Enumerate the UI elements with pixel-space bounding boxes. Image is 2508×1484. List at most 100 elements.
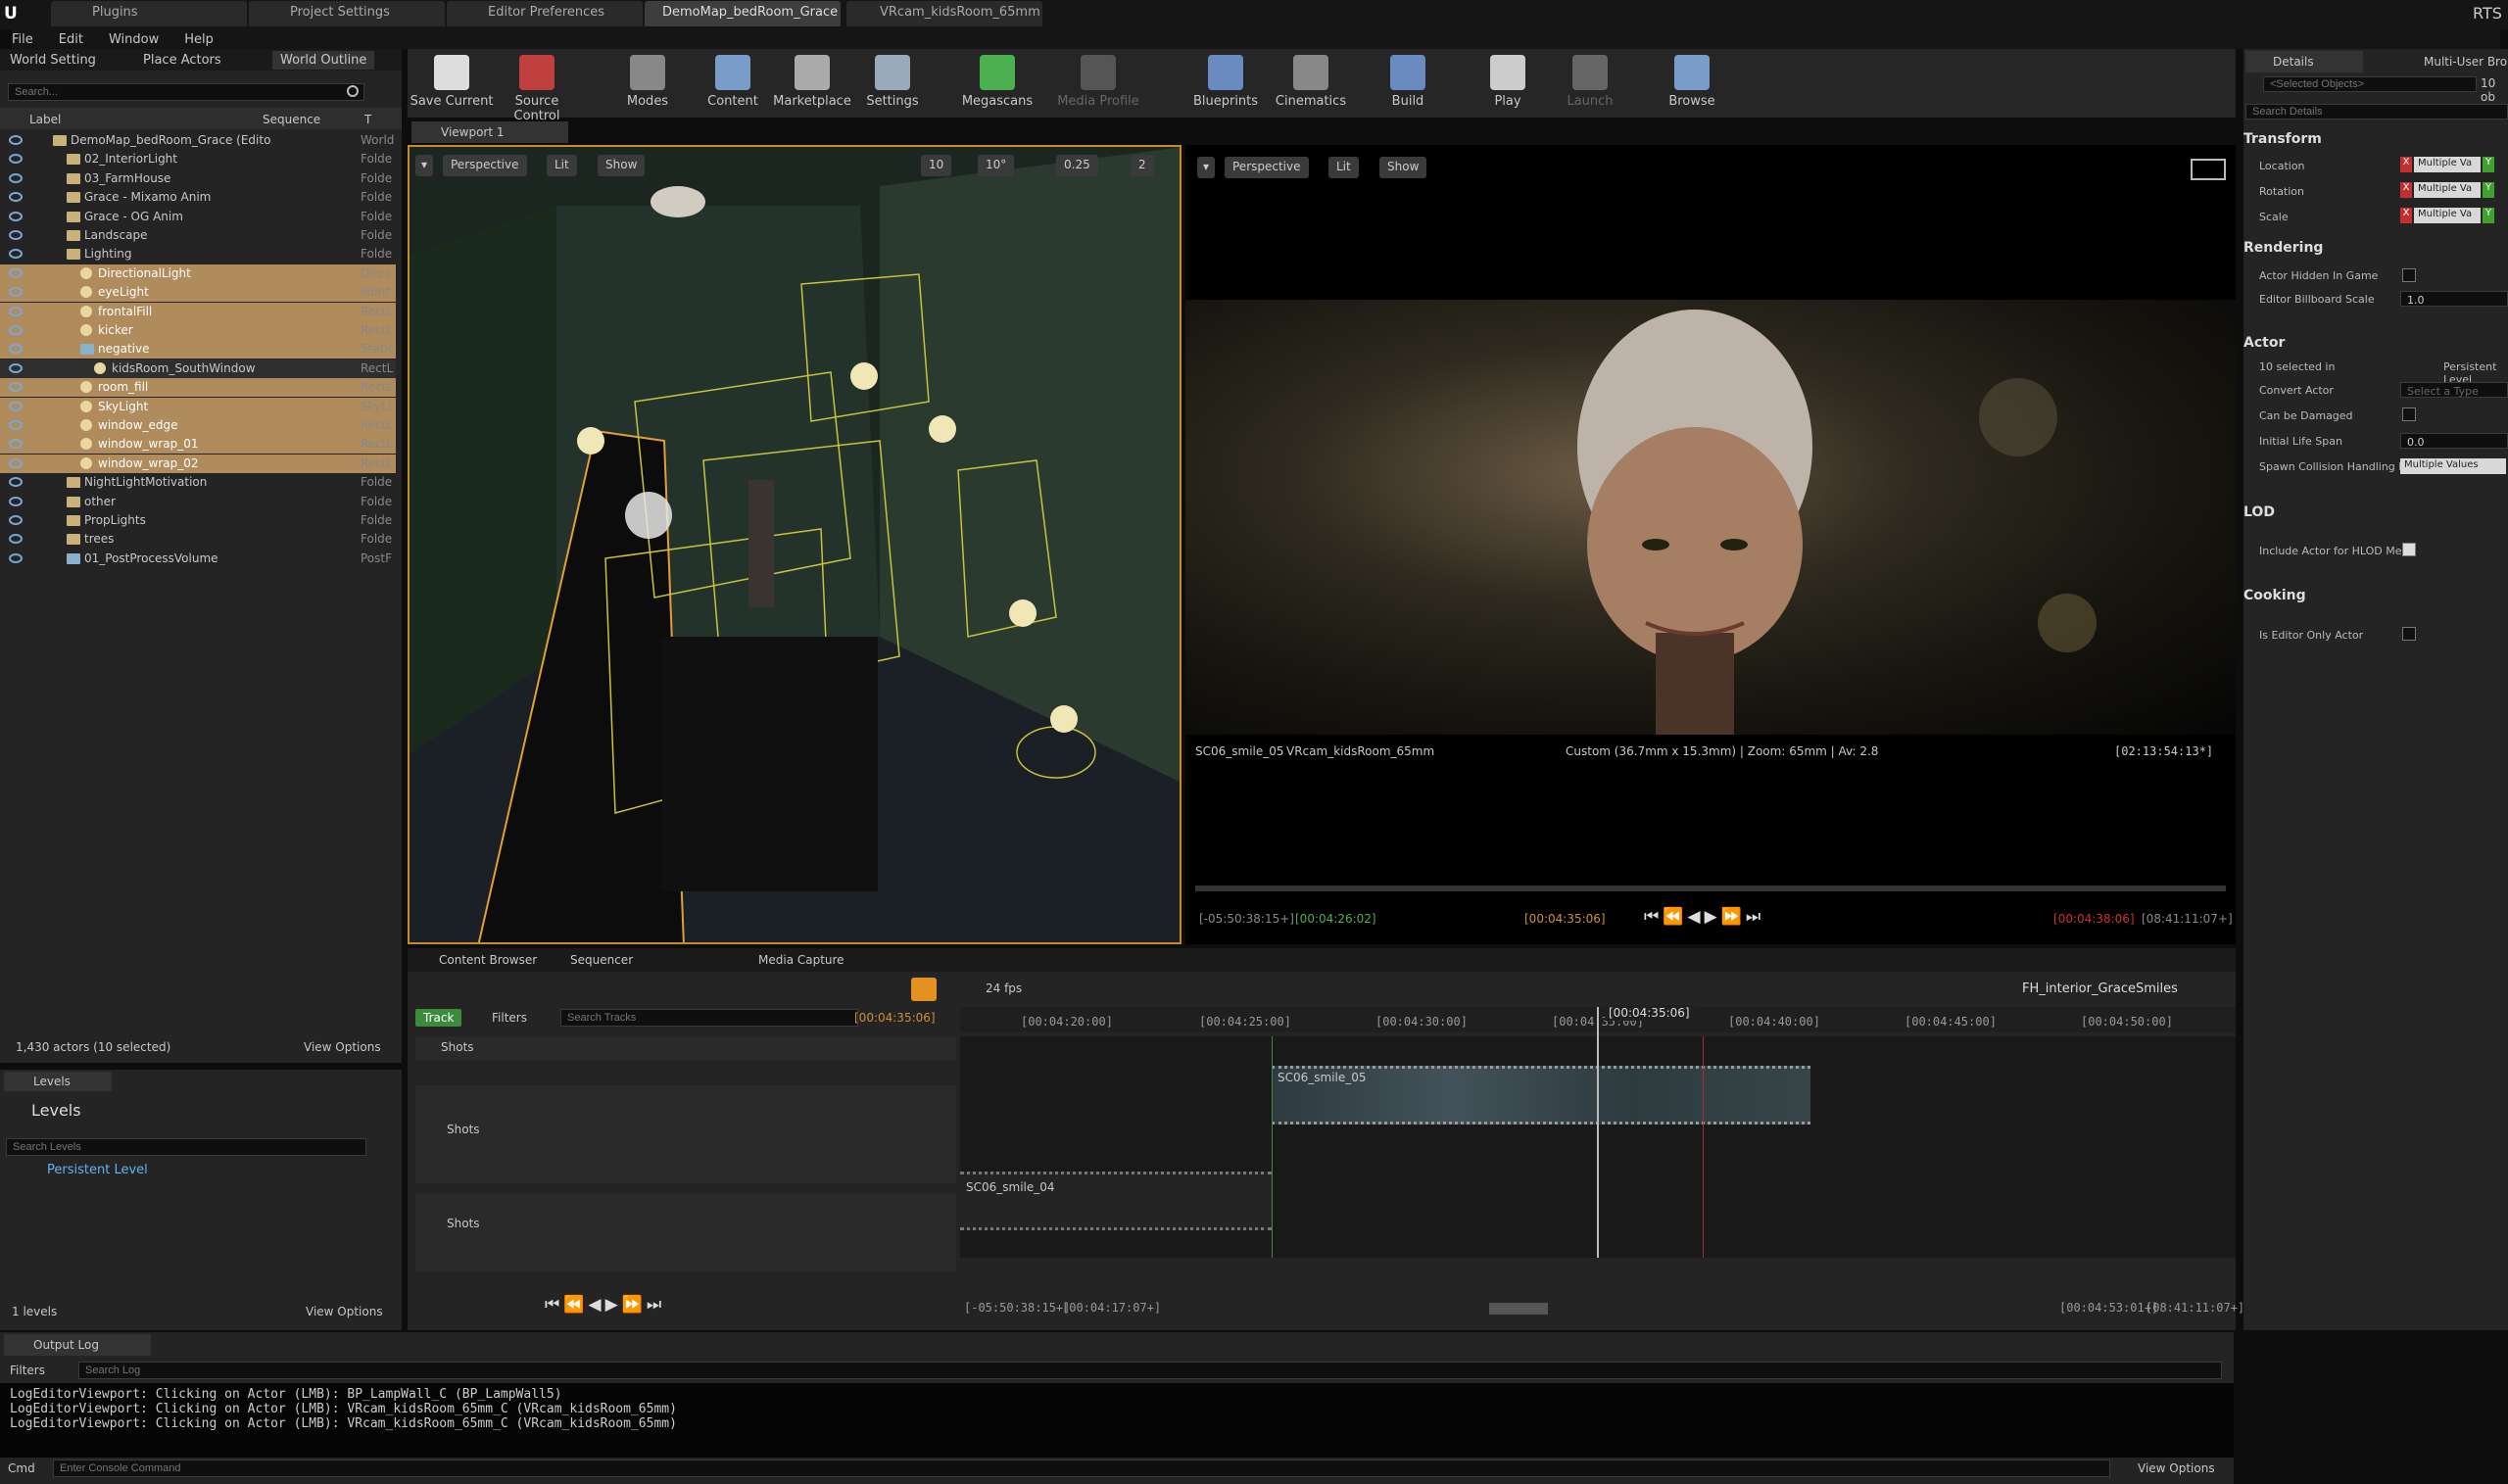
details-tab[interactable]: Details (2245, 51, 2363, 72)
outliner-row[interactable]: SkyLight SkyLi (0, 397, 396, 416)
marketplace-button[interactable]: Marketplace (770, 49, 854, 114)
log-view-options[interactable]: View Options (2138, 1461, 2215, 1475)
visibility-eye-icon[interactable] (9, 534, 23, 545)
levels-view-options[interactable]: View Options (306, 1305, 383, 1318)
step-back-icon[interactable]: ⏪ (563, 1295, 588, 1315)
snap-toggle-icon[interactable] (911, 978, 937, 1001)
scale-x-field[interactable]: Multiple Va (2414, 208, 2481, 223)
visibility-eye-icon[interactable] (9, 439, 23, 450)
cine-scrubber[interactable] (1195, 886, 2226, 891)
cinematics-button[interactable]: Cinematics (1269, 49, 1353, 114)
blueprints-button[interactable]: Blueprints (1183, 49, 1268, 114)
log-filters-button[interactable]: Filters (10, 1364, 45, 1377)
visibility-eye-icon[interactable] (9, 344, 23, 355)
viewport1-lit-button[interactable]: Lit (547, 155, 577, 176)
viewport1[interactable]: ▾ Perspective Lit Show 10 10° 0.25 2 (408, 145, 1182, 944)
jump-start-icon[interactable]: ⏮ (1644, 907, 1663, 927)
viewport2-perspective-button[interactable]: Perspective (1225, 157, 1309, 178)
launch-button[interactable]: Launch (1548, 49, 1632, 114)
viewport2-options-button[interactable]: ▾ (1197, 157, 1216, 178)
shot-clip-sc06-smile-05[interactable]: SC06_smile_05 (1272, 1066, 1810, 1125)
outliner-row[interactable]: Landscape Folde (0, 226, 396, 245)
levels-search-input[interactable] (6, 1138, 366, 1156)
step-forward-icon[interactable]: ⏩ (622, 1295, 647, 1315)
cmd-label[interactable]: Cmd (8, 1461, 35, 1475)
viewport1-tab[interactable]: Viewport 1 (411, 121, 568, 143)
viewport2-lit-button[interactable]: Lit (1328, 157, 1359, 178)
spawn-collision-dropdown[interactable]: Multiple Values (2400, 458, 2506, 474)
cat-lod[interactable]: LOD (2243, 504, 2275, 520)
outliner-view-options[interactable]: View Options (304, 1040, 381, 1054)
modes-button[interactable]: Modes (605, 49, 690, 114)
rotation-x-field[interactable]: Multiple Va (2414, 182, 2481, 198)
outliner-row[interactable]: Grace - Mixamo Anim Folde (0, 188, 396, 207)
col-sequence[interactable]: Sequence (263, 113, 320, 126)
visibility-eye-icon[interactable] (9, 306, 23, 316)
jump-end-icon[interactable]: ⏭ (1746, 907, 1764, 927)
persistent-level-item[interactable]: Persistent Level (47, 1163, 148, 1177)
cat-rendering[interactable]: Rendering (2243, 240, 2323, 256)
play-reverse-icon[interactable]: ◀ (1687, 907, 1704, 927)
tab-project-settings[interactable]: Project Settings (249, 1, 445, 26)
outliner-row[interactable]: kicker RectL (0, 321, 396, 340)
viewport1-camera-speed[interactable]: 2 (1131, 155, 1154, 176)
outliner-row[interactable]: DemoMap_bedRoom_Grace (Edito World (0, 131, 396, 150)
viewport1-perspective-button[interactable]: Perspective (443, 155, 527, 176)
menu-window[interactable]: Window (109, 32, 159, 47)
visibility-eye-icon[interactable] (9, 230, 23, 240)
menu-file[interactable]: File (12, 32, 33, 47)
tab-vrcam[interactable]: VRcam_kidsRoom_65mm (846, 1, 1042, 26)
visibility-eye-icon[interactable] (9, 249, 23, 260)
tab-editor-preferences[interactable]: Editor Preferences (447, 1, 643, 26)
megascans-button[interactable]: Megascans (955, 49, 1039, 114)
step-forward-icon[interactable]: ⏩ (1721, 907, 1746, 927)
viewport2[interactable]: ▾ Perspective Lit Show SC06_smile_05 VRc… (1185, 145, 2236, 944)
tab-demomap[interactable]: DemoMap_bedRoom_Grace (645, 1, 841, 26)
tab-plugins[interactable]: Plugins (51, 1, 247, 26)
viewport1-grid-snap[interactable]: 10 (921, 155, 952, 176)
outliner-row[interactable]: Grace - OG Anim Folde (0, 208, 396, 226)
visibility-eye-icon[interactable] (9, 287, 23, 298)
seq-scrollbar[interactable] (1489, 1303, 1548, 1315)
outliner-row[interactable]: negative Static (0, 340, 396, 359)
visibility-eye-icon[interactable] (9, 325, 23, 335)
menu-help[interactable]: Help (184, 32, 214, 47)
actor-hidden-checkbox[interactable] (2402, 268, 2416, 282)
outliner-row[interactable]: Lighting Folde (0, 245, 396, 263)
browse-button[interactable]: Browse (1650, 49, 1734, 114)
tab-world-setting[interactable]: World Setting (10, 53, 96, 68)
details-search-input[interactable] (2245, 104, 2508, 120)
tab-content-browser[interactable]: Content Browser (439, 953, 537, 967)
outliner-row[interactable]: room_fill RectL (0, 378, 396, 398)
shot-clip-sc06-smile-04[interactable]: SC06_smile_04 (960, 1172, 1272, 1230)
tab-place-actors[interactable]: Place Actors (143, 53, 221, 68)
outliner-row[interactable]: NightLightMotivation Folde (0, 473, 396, 492)
outliner-row[interactable]: window_wrap_01 RectL (0, 435, 396, 455)
camera-rig[interactable] (662, 637, 878, 891)
media-profile-button[interactable]: Media Profile (1056, 49, 1140, 114)
outliner-row[interactable]: PropLights Folde (0, 511, 396, 530)
cat-transform[interactable]: Transform (2243, 131, 2322, 147)
visibility-eye-icon[interactable] (9, 477, 23, 488)
playhead-label[interactable]: [00:04:35:06] (1605, 1005, 1694, 1021)
outliner-row[interactable]: other Folde (0, 493, 396, 511)
outliner-row[interactable]: 01_PostProcessVolume PostF (0, 550, 396, 568)
content-button[interactable]: Content (691, 49, 775, 114)
play-icon[interactable]: ▶ (1705, 907, 1721, 927)
settings-button[interactable]: Settings (850, 49, 935, 114)
selected-objects-field[interactable] (2263, 76, 2477, 92)
viewport2-show-button[interactable]: Show (1379, 157, 1427, 178)
outliner-row[interactable]: 02_InteriorLight Folde (0, 150, 396, 168)
play-icon[interactable]: ▶ (605, 1295, 622, 1315)
visibility-eye-icon[interactable] (9, 192, 23, 203)
outliner-row[interactable]: eyeLight Point (0, 283, 396, 303)
build-button[interactable]: Build (1366, 49, 1450, 114)
visibility-eye-icon[interactable] (9, 457, 23, 468)
visibility-eye-icon[interactable] (9, 382, 23, 393)
cat-cooking[interactable]: Cooking (2243, 588, 2306, 603)
filters-button[interactable]: Filters (492, 1011, 527, 1025)
outliner-search-input[interactable] (8, 83, 364, 101)
visibility-eye-icon[interactable] (9, 172, 23, 183)
cat-actor[interactable]: Actor (2243, 335, 2285, 351)
col-type[interactable]: T (364, 113, 371, 126)
